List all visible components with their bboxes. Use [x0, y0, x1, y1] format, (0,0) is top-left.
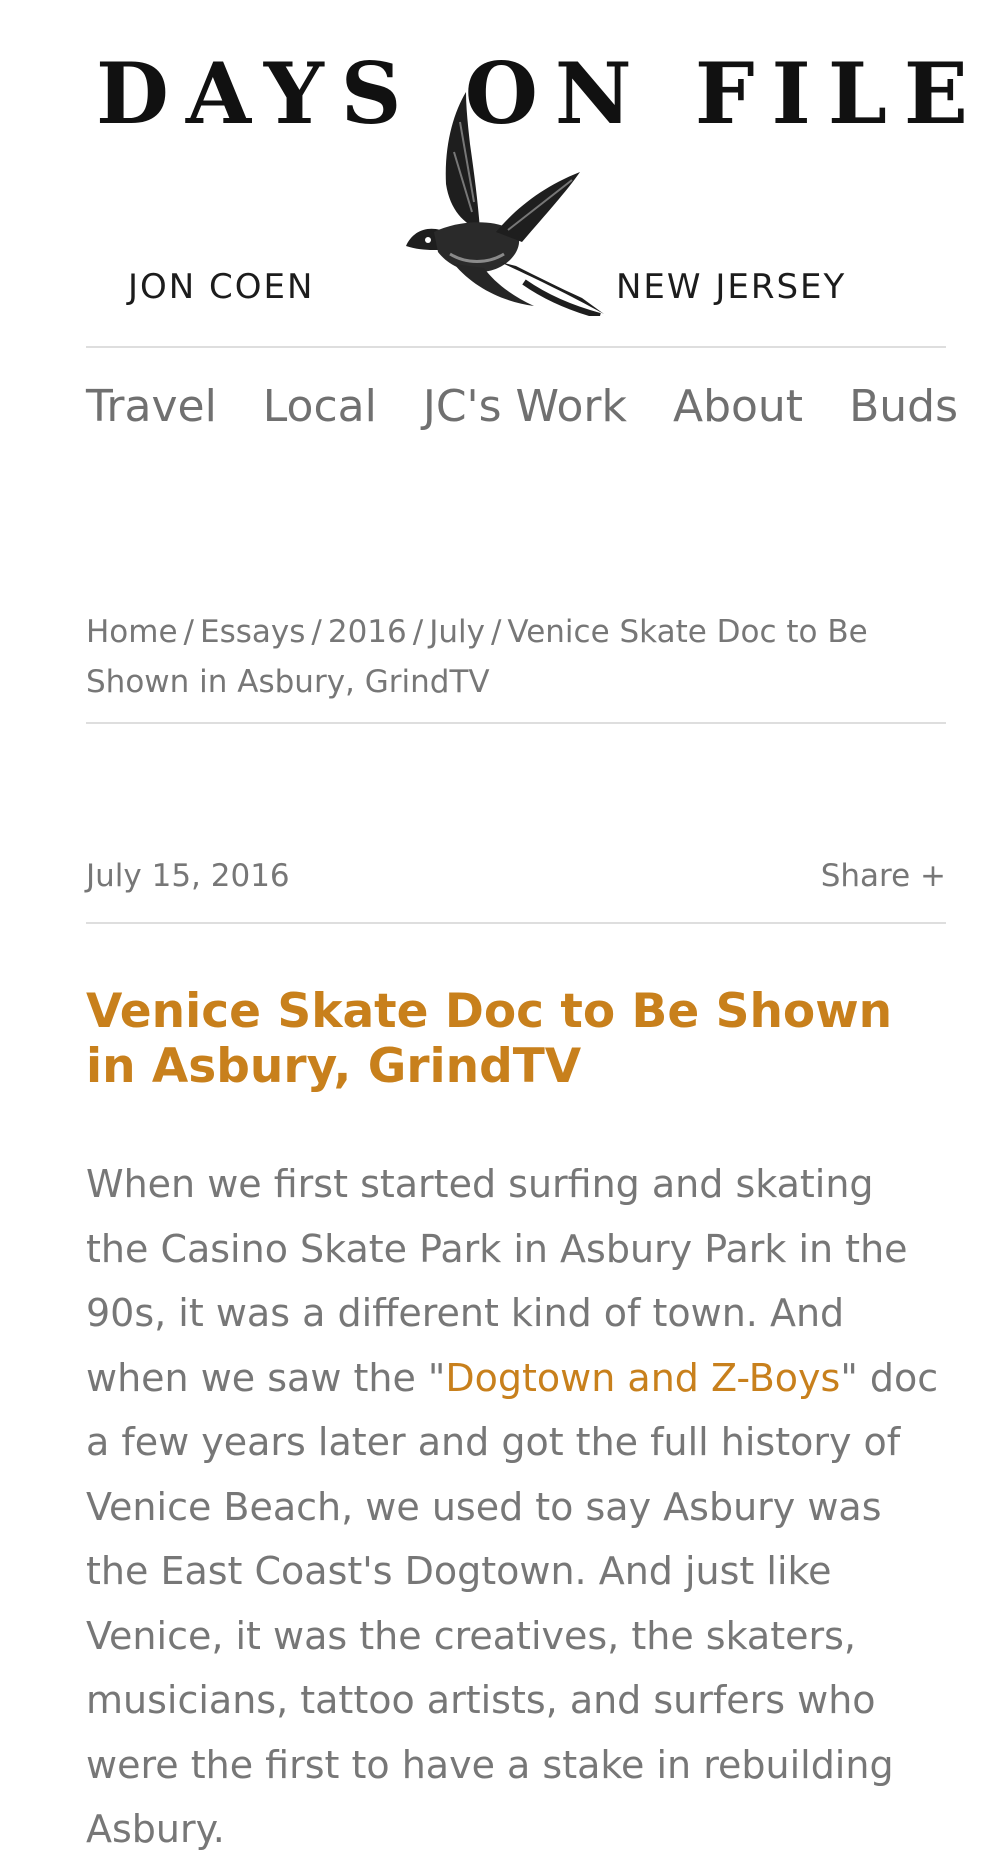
- breadcrumb-separator: /: [183, 614, 194, 650]
- page: DAYS ON FILE JON COEN NEW JERSEY Travel …: [86, 0, 968, 1851]
- breadcrumb-separator: /: [490, 614, 502, 650]
- header-divider: [86, 346, 946, 348]
- logo-author: JON COEN: [128, 267, 315, 307]
- share-button[interactable]: Share +: [821, 858, 946, 895]
- post-body: When we first started surfing and skatin…: [86, 1152, 946, 1862]
- breadcrumb-separator: /: [311, 614, 322, 650]
- nav-item-local[interactable]: Local: [263, 378, 377, 435]
- breadcrumb-separator: /: [412, 614, 424, 650]
- nav-item-travel[interactable]: Travel: [86, 378, 217, 435]
- breadcrumb-month[interactable]: July: [429, 614, 485, 650]
- breadcrumb-home[interactable]: Home: [86, 614, 178, 650]
- post-title[interactable]: Venice Skate Doc to Be Shown in Asbury, …: [86, 984, 946, 1094]
- breadcrumb: Home / Essays/2016/July / Venice Skate Doc t…: [86, 607, 946, 707]
- post-body-text-continued: " doc a few years later and got the full…: [86, 1355, 939, 1852]
- main-nav: Travel Local JC's Work About Buds: [86, 378, 958, 435]
- logo-location: NEW JERSEY: [616, 267, 847, 307]
- swallow-icon: [406, 92, 604, 316]
- nav-item-buds[interactable]: Buds: [849, 378, 958, 435]
- meta-divider: [86, 922, 946, 924]
- post-date: July 15, 2016: [86, 858, 290, 894]
- breadcrumb-divider: [86, 722, 946, 724]
- nav-item-jcs-work[interactable]: JC's Work: [423, 378, 627, 435]
- site-logo[interactable]: DAYS ON FILE JON COEN NEW JERSEY: [86, 0, 968, 348]
- breadcrumb-essays[interactable]: Essays: [200, 614, 305, 650]
- dogtown-link[interactable]: Dogtown and Z-Boys: [445, 1356, 840, 1400]
- nav-item-about[interactable]: About: [673, 378, 803, 435]
- breadcrumb-year[interactable]: 2016: [328, 614, 407, 650]
